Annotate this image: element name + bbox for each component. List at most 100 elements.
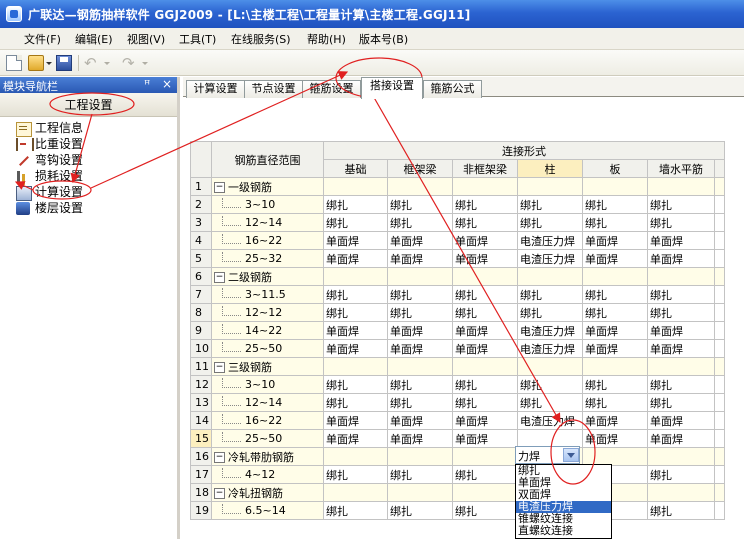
connection-cell[interactable]: 绑扎 bbox=[517, 213, 583, 232]
row-number[interactable]: 3 bbox=[190, 213, 212, 232]
connection-cell[interactable]: 绑扎 bbox=[452, 195, 518, 214]
table-row[interactable]: 17 4~12 绑扎 绑扎 绑扎 绑扎 bbox=[190, 465, 725, 484]
connection-cell[interactable]: 绑扎 bbox=[647, 393, 715, 412]
collapse-icon[interactable]: − bbox=[214, 182, 225, 193]
connection-cell[interactable] bbox=[517, 267, 583, 286]
connection-cell[interactable]: 单面焊 bbox=[647, 339, 715, 358]
connection-cell[interactable]: 单面焊 bbox=[323, 411, 388, 430]
row-number[interactable]: 19 bbox=[190, 501, 212, 520]
row-number[interactable]: 9 bbox=[190, 321, 212, 340]
collapse-icon[interactable]: − bbox=[214, 452, 225, 463]
connection-cell[interactable]: 绑扎 bbox=[323, 285, 388, 304]
connection-cell[interactable]: 绑扎 bbox=[323, 303, 388, 322]
connection-cell[interactable]: 单面焊 bbox=[387, 231, 453, 250]
connection-cell[interactable]: 单面焊 bbox=[647, 321, 715, 340]
range-cell[interactable]: 12~14 bbox=[211, 213, 324, 232]
table-row[interactable]: 3 12~14 绑扎 绑扎 绑扎 绑扎 绑扎 绑扎 bbox=[190, 213, 725, 232]
table-row[interactable]: 15 25~50 单面焊 单面焊 单面焊 单面焊 单面焊 bbox=[190, 429, 725, 448]
connection-cell[interactable] bbox=[582, 357, 648, 376]
connection-cell[interactable]: 单面焊 bbox=[647, 249, 715, 268]
row-number[interactable]: 17 bbox=[190, 465, 212, 484]
connection-cell[interactable]: 单面焊 bbox=[323, 429, 388, 448]
connection-cell[interactable]: 电渣压力焊 bbox=[517, 339, 583, 358]
row-number[interactable]: 18 bbox=[190, 483, 212, 502]
range-cell[interactable]: 25~50 bbox=[211, 339, 324, 358]
range-cell[interactable]: 6.5~14 bbox=[211, 501, 324, 520]
connection-cell[interactable]: 绑扎 bbox=[323, 213, 388, 232]
table-row[interactable]: 5 25~32 单面焊 单面焊 单面焊 电渣压力焊 单面焊 单面焊 bbox=[190, 249, 725, 268]
open-folder-icon[interactable] bbox=[28, 55, 44, 71]
connection-cell[interactable]: 绑扎 bbox=[517, 303, 583, 322]
menu-tools[interactable]: 工具(T) bbox=[179, 31, 216, 47]
connection-cell[interactable]: 绑扎 bbox=[647, 213, 715, 232]
connection-cell[interactable] bbox=[387, 267, 453, 286]
range-cell[interactable]: 4~12 bbox=[211, 465, 324, 484]
connection-cell[interactable] bbox=[387, 447, 453, 466]
connection-cell[interactable]: 绑扎 bbox=[387, 501, 453, 520]
connection-cell[interactable]: 单面焊 bbox=[323, 321, 388, 340]
connection-cell[interactable]: 绑扎 bbox=[323, 393, 388, 412]
group-name-cell[interactable]: − 一级钢筋 bbox=[211, 177, 324, 196]
connection-cell[interactable] bbox=[517, 429, 583, 448]
connection-cell[interactable] bbox=[647, 267, 715, 286]
connection-cell[interactable]: 绑扎 bbox=[387, 465, 453, 484]
chevron-down-icon[interactable] bbox=[563, 448, 579, 462]
connection-cell[interactable]: 绑扎 bbox=[452, 501, 518, 520]
connection-cell[interactable]: 绑扎 bbox=[647, 195, 715, 214]
connection-cell[interactable]: 绑扎 bbox=[387, 285, 453, 304]
row-number[interactable]: 2 bbox=[190, 195, 212, 214]
connection-cell[interactable]: 绑扎 bbox=[452, 375, 518, 394]
dropdown-option[interactable]: 直螺纹连接 bbox=[516, 525, 611, 537]
connection-cell[interactable]: 单面焊 bbox=[452, 321, 518, 340]
menu-file[interactable]: 文件(F) bbox=[24, 31, 61, 47]
connection-cell[interactable]: 绑扎 bbox=[517, 195, 583, 214]
connection-cell[interactable] bbox=[452, 447, 518, 466]
table-row[interactable]: 10 25~50 单面焊 单面焊 单面焊 电渣压力焊 单面焊 单面焊 bbox=[190, 339, 725, 358]
connection-cell[interactable]: 单面焊 bbox=[647, 429, 715, 448]
connection-cell[interactable]: 绑扎 bbox=[582, 285, 648, 304]
tab-calc-settings[interactable]: 计算设置 bbox=[186, 80, 245, 98]
table-row[interactable]: 14 16~22 单面焊 单面焊 单面焊 电渣压力焊 单面焊 单面焊 bbox=[190, 411, 725, 430]
connection-cell[interactable] bbox=[452, 357, 518, 376]
redo-icon[interactable]: ↷ bbox=[122, 54, 135, 72]
tab-node-settings[interactable]: 节点设置 bbox=[244, 80, 303, 98]
connection-cell[interactable]: 单面焊 bbox=[387, 339, 453, 358]
connection-cell[interactable]: 单面焊 bbox=[452, 429, 518, 448]
connection-cell[interactable]: 电渣压力焊 bbox=[517, 249, 583, 268]
row-number[interactable]: 5 bbox=[190, 249, 212, 268]
connection-cell[interactable]: 绑扎 bbox=[582, 213, 648, 232]
connection-cell[interactable]: 绑扎 bbox=[452, 393, 518, 412]
row-number[interactable]: 16 bbox=[190, 447, 212, 466]
connection-cell[interactable]: 单面焊 bbox=[387, 321, 453, 340]
connection-cell[interactable]: 绑扎 bbox=[517, 393, 583, 412]
connection-cell[interactable]: 绑扎 bbox=[387, 303, 453, 322]
menu-help[interactable]: 帮助(H) bbox=[307, 31, 346, 47]
connection-cell[interactable] bbox=[517, 177, 583, 196]
range-cell[interactable]: 16~22 bbox=[211, 411, 324, 430]
range-cell[interactable]: 3~11.5 bbox=[211, 285, 324, 304]
connection-cell[interactable]: 绑扎 bbox=[387, 213, 453, 232]
connection-cell[interactable]: 绑扎 bbox=[582, 195, 648, 214]
connection-cell[interactable]: 绑扎 bbox=[452, 303, 518, 322]
connection-cell[interactable]: 单面焊 bbox=[582, 321, 648, 340]
connection-cell[interactable]: 单面焊 bbox=[452, 411, 518, 430]
table-row[interactable]: 2 3~10 绑扎 绑扎 绑扎 绑扎 绑扎 绑扎 bbox=[190, 195, 725, 214]
range-cell[interactable]: 3~10 bbox=[211, 195, 324, 214]
connection-cell[interactable]: 绑扎 bbox=[323, 501, 388, 520]
group-name-cell[interactable]: − 三级钢筋 bbox=[211, 357, 324, 376]
connection-cell[interactable]: 单面焊 bbox=[387, 429, 453, 448]
connection-cell[interactable]: 电渣压力焊 bbox=[517, 321, 583, 340]
connection-cell[interactable] bbox=[452, 483, 518, 502]
connection-cell[interactable]: 绑扎 bbox=[452, 465, 518, 484]
range-cell[interactable]: 12~14 bbox=[211, 393, 324, 412]
connection-cell[interactable] bbox=[517, 357, 583, 376]
connection-cell[interactable] bbox=[387, 357, 453, 376]
connection-cell[interactable]: 单面焊 bbox=[452, 339, 518, 358]
close-icon[interactable]: × bbox=[162, 77, 172, 91]
table-row[interactable]: 1− 一级钢筋 bbox=[190, 177, 725, 196]
connection-cell[interactable]: 单面焊 bbox=[452, 249, 518, 268]
connection-cell[interactable] bbox=[647, 483, 715, 502]
connection-cell[interactable]: 绑扎 bbox=[647, 501, 715, 520]
connection-cell[interactable] bbox=[323, 483, 388, 502]
undo-icon[interactable]: ↶ bbox=[84, 54, 97, 72]
